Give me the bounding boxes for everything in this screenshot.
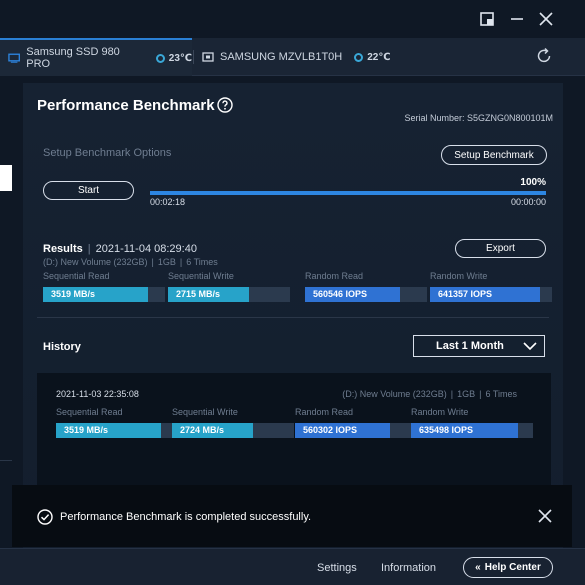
drive-icon [202,52,214,62]
metric-label: Sequential Write [172,407,238,417]
metric-random-write: Random Write 641357 IOPS [430,271,552,302]
metric-bar: 2715 MB/s [168,287,290,302]
volume-label: (D:) New Volume (232GB) [43,257,148,267]
results-label: Results [43,243,83,255]
metric-value: 3519 MB/s [51,289,96,299]
history-datetime: 2021-11-03 22:35:08 [56,389,139,399]
dropdown-value: Last 1 Month [436,340,504,352]
temperature-icon [354,52,364,62]
test-size: 1GB [457,389,476,399]
metric-bar: 635498 IOPS [411,423,533,438]
help-center-label: Help Center [484,562,541,573]
metric-random-read: Random Read 560546 IOPS [305,271,427,302]
tab-drive-1[interactable]: Samsung SSD 980 PRO 23℃ [0,38,192,76]
information-link[interactable]: Information [381,562,436,574]
metric-sequential-write: Sequential Write 2715 MB/s [168,271,290,302]
elapsed-time: 00:02:18 [150,197,186,207]
metric-bar: 560546 IOPS [305,287,427,302]
metric-value: 3519 MB/s [64,425,109,435]
history-info: (D:) New Volume (232GB) | 1GB | 6 Times [342,389,517,399]
metric-label: Sequential Read [43,271,110,281]
drive-tab-bar: Samsung SSD 980 PRO 23℃ SAMSUNG MZVLB1T0… [0,38,585,76]
progress-fill [150,191,546,195]
tab-drive-2[interactable]: SAMSUNG MZVLB1T0H 22℃ [194,38,394,76]
metric-value: 2715 MB/s [176,289,221,299]
minimize-icon[interactable] [508,10,526,28]
test-size: 1GB [157,257,176,267]
metric-bar: 2724 MB/s [172,423,294,438]
help-icon[interactable] [217,97,233,113]
metric-value: 641357 IOPS [438,289,493,299]
metric-bar: 3519 MB/s [56,423,178,438]
check-circle-icon [37,509,53,525]
metric-bar: 641357 IOPS [430,287,552,302]
close-icon[interactable] [538,509,552,523]
metric-sequential-read: Sequential Read 3519 MB/s [43,271,165,302]
help-center-button[interactable]: « Help Center [463,557,553,578]
results-header: Results | 2021-11-04 08:29:40 [43,243,197,255]
setup-options-label: Setup Benchmark Options [43,147,172,159]
restore-window-icon[interactable] [478,10,496,28]
temperature-icon [155,53,165,63]
history-entry: 2021-11-03 22:35:08 (D:) New Volume (232… [37,373,551,488]
settings-link[interactable]: Settings [317,562,357,574]
tab-label: SAMSUNG MZVLB1T0H [220,51,343,63]
temperature-badge: 23℃ [155,52,192,64]
metric-value: 635498 IOPS [419,425,474,435]
temperature-value: 22℃ [367,51,391,63]
results-datetime: 2021-11-04 08:29:40 [95,243,197,255]
metric-bar: 560302 IOPS [295,423,417,438]
test-count: 6 Times [186,257,218,267]
section-divider [37,317,549,318]
test-count: 6 Times [485,389,517,399]
page-title: Performance Benchmark [37,97,215,114]
history-label: History [43,341,81,353]
remaining-time: 00:00:00 [510,197,546,207]
refresh-icon[interactable] [535,47,553,65]
history-range-dropdown[interactable]: Last 1 Month [413,335,545,357]
metric-label: Sequential Read [56,407,123,417]
tab-label: Samsung SSD 980 PRO [26,46,120,70]
start-button[interactable]: Start [43,181,134,200]
setup-benchmark-button[interactable]: Setup Benchmark [441,145,547,165]
side-indicator [0,165,12,191]
metric-label: Random Read [295,407,354,417]
results-info: (D:) New Volume (232GB) | 1GB | 6 Times [43,257,218,267]
metric-random-write: Random Write 635498 IOPS [411,407,533,438]
metric-random-read: Random Read 560302 IOPS [295,407,417,438]
metric-label: Random Read [305,271,364,281]
progress-percent: 100% [520,177,546,188]
success-toast: Performance Benchmark is completed succe… [12,485,572,547]
temperature-value: 23℃ [168,52,192,64]
metric-label: Random Write [430,271,488,281]
metric-sequential-read: Sequential Read 3519 MB/s [56,407,178,438]
benchmark-panel: Performance Benchmark Serial Number: S5G… [23,83,563,548]
app-window: Samsung SSD 980 PRO 23℃ SAMSUNG MZVLB1T0… [0,0,585,585]
metric-label: Sequential Write [168,271,234,281]
metric-value: 2724 MB/s [180,425,225,435]
double-chevron-left-icon: « [475,562,481,573]
toast-message: Performance Benchmark is completed succe… [60,511,312,523]
close-window-icon[interactable] [537,10,555,28]
metric-value: 560302 IOPS [303,425,358,435]
serial-number: Serial Number: S5GZNG0N800101M [404,113,553,123]
metric-sequential-write: Sequential Write 2724 MB/s [172,407,294,438]
drive-icon [8,53,20,63]
metric-bar: 3519 MB/s [43,287,165,302]
chevron-down-icon [523,342,537,351]
export-button[interactable]: Export [455,239,546,258]
temperature-badge: 22℃ [354,52,390,63]
metric-label: Random Write [411,407,469,417]
volume-label: (D:) New Volume (232GB) [342,389,447,399]
metric-value: 560546 IOPS [313,289,368,299]
side-divider [0,460,12,461]
footer-bar: Settings Information « Help Center [0,548,585,585]
progress-bar [150,191,546,195]
